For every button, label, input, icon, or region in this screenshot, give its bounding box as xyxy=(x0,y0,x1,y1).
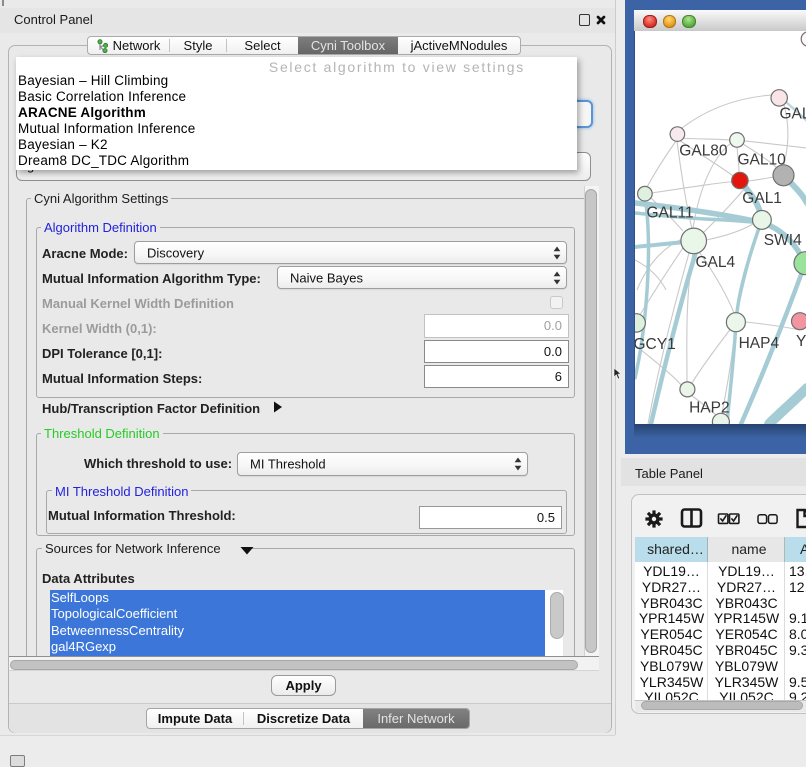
svg-text:SWI4: SWI4 xyxy=(764,232,802,249)
svg-text:GAL4: GAL4 xyxy=(696,254,736,271)
svg-text:Y: Y xyxy=(796,333,806,350)
svg-text:GAL80: GAL80 xyxy=(679,143,728,160)
svg-text:GAL1: GAL1 xyxy=(742,190,782,207)
svg-text:GAL7: GAL7 xyxy=(780,105,806,122)
svg-text:GAL11: GAL11 xyxy=(647,204,694,221)
svg-text:HAP2: HAP2 xyxy=(689,400,730,417)
svg-text:HAP4: HAP4 xyxy=(739,335,780,352)
svg-text:GAL10: GAL10 xyxy=(738,151,787,168)
svg-text:GCY1: GCY1 xyxy=(635,336,676,353)
